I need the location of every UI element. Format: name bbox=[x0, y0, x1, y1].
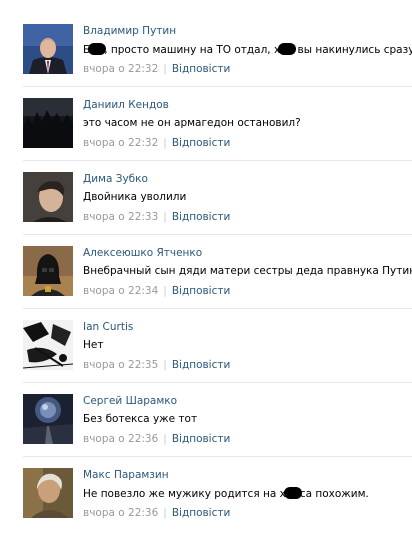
comment-text: Б, просто машину на ТО отдал, х вы накин… bbox=[83, 43, 412, 56]
darth-vader-icon bbox=[23, 246, 73, 296]
author-name[interactable]: Дима Зубко bbox=[83, 173, 148, 185]
comment-item: Алексеюшко Ятченко Внебрачный сын дяди м… bbox=[0, 222, 412, 297]
reply-link[interactable]: Відповісти bbox=[172, 507, 231, 519]
comment-item: Владимир Путин Б, просто машину на ТО от… bbox=[0, 0, 412, 75]
avatar[interactable] bbox=[23, 98, 73, 148]
author-name[interactable]: Даниил Кендов bbox=[83, 99, 169, 111]
cosmic-road-icon bbox=[23, 394, 73, 444]
comment-text-part: Внебрачный сын дяди матери сестры деда п… bbox=[83, 265, 412, 277]
comment-text-part: са похожим. bbox=[299, 488, 369, 500]
avatar[interactable] bbox=[23, 468, 73, 518]
author-name[interactable]: Сергей Шарамко bbox=[83, 395, 177, 407]
avatar[interactable] bbox=[23, 394, 73, 444]
comment-item: Макс Парамзин Не повезло же мужику родит… bbox=[0, 444, 412, 519]
comment-item: Ian Curtis Нет вчора о 22:35 | Відповісти bbox=[0, 296, 412, 371]
comment-text-part: Не повезло же мужику родится на х bbox=[83, 488, 286, 500]
comment-text-part: Двойника уволили bbox=[83, 191, 187, 203]
comment-text: Нет bbox=[83, 339, 103, 351]
avatar[interactable] bbox=[23, 172, 73, 222]
portrait-young-man-icon bbox=[23, 172, 73, 222]
meta-separator: | bbox=[163, 507, 167, 519]
author-name[interactable]: Владимир Путин bbox=[83, 25, 176, 37]
comment-time[interactable]: вчора о 22:36 bbox=[83, 507, 158, 519]
portrait-old-man-icon bbox=[23, 468, 73, 518]
author-name[interactable]: Ian Curtis bbox=[83, 321, 133, 333]
comments-list: Владимир Путин Б, просто машину на ТО от… bbox=[0, 0, 412, 544]
comment-meta: вчора о 22:36 | Відповісти bbox=[83, 507, 230, 519]
comment-text: это часом не он армагедон остановил? bbox=[83, 117, 301, 129]
comment-item: Сергей Шарамко Без ботекса уже тот вчора… bbox=[0, 370, 412, 445]
comment-text-part: Без ботекса уже тот bbox=[83, 413, 198, 425]
comment-text: Не повезло же мужику родится на х са похо… bbox=[83, 487, 369, 500]
comment-item: Даниил Кендов это часом не он армагедон … bbox=[0, 74, 412, 149]
author-name[interactable]: Макс Парамзин bbox=[83, 469, 169, 481]
ink-drawing-icon bbox=[23, 320, 73, 370]
portrait-man-suit-icon bbox=[23, 24, 73, 74]
comment-text-part: , просто машину на ТО отдал, х bbox=[104, 44, 281, 56]
comment-text-part: Нет bbox=[83, 339, 104, 351]
comment-text-part: это часом не он армагедон остановил? bbox=[83, 117, 301, 129]
comment-text: Двойника уволили bbox=[83, 191, 186, 203]
comment-text: Без ботекса уже тот bbox=[83, 413, 197, 425]
comment-text: Внебрачный сын дяди матери сестры деда п… bbox=[83, 265, 412, 277]
dark-forest-icon bbox=[23, 98, 73, 148]
author-name[interactable]: Алексеюшко Ятченко bbox=[83, 247, 202, 259]
comment-text-part: вы накинулись сразу bbox=[294, 44, 412, 56]
avatar[interactable] bbox=[23, 320, 73, 370]
avatar[interactable] bbox=[23, 246, 73, 296]
comment-item: Дима Зубко Двойника уволили вчора о 22:3… bbox=[0, 148, 412, 223]
avatar[interactable] bbox=[23, 24, 73, 74]
